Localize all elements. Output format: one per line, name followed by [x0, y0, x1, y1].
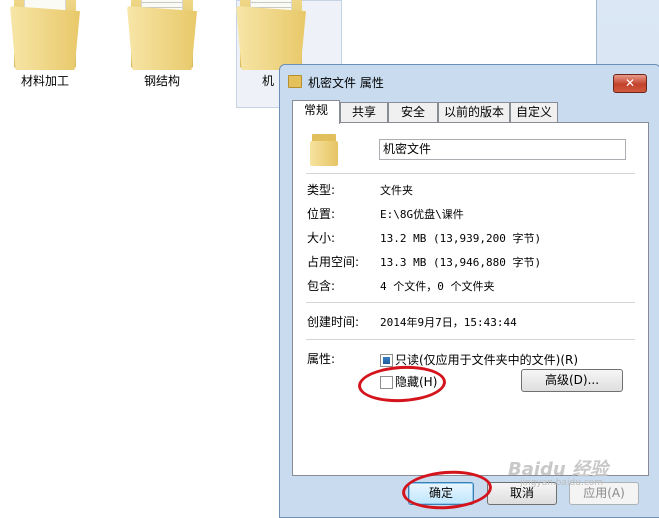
dialog-title: 机密文件 属性 — [308, 76, 384, 90]
general-tab-panel: 类型: 文件夹 位置: E:\8G优盘\课件 大小: 13.2 MB (13,9… — [292, 122, 649, 476]
tab-previous-versions[interactable]: 以前的版本 — [438, 102, 510, 123]
close-button[interactable]: ✕ — [613, 74, 647, 93]
folder-icon — [236, 0, 306, 70]
properties-dialog: 机密文件 属性 ✕ 常规 共享 安全 以前的版本 自定义 类型: 文件夹 位置:… — [279, 64, 659, 518]
folder-item-materials[interactable]: 材料加工 — [0, 0, 90, 89]
readonly-label: 只读(仅应用于文件夹中的文件)(R) — [395, 353, 579, 367]
folder-icon — [310, 134, 340, 166]
folder-icon — [10, 0, 80, 70]
watermark-url: jingyan.baidu.com — [520, 478, 604, 488]
folder-icon — [127, 0, 197, 70]
created-label: 创建时间: — [307, 315, 360, 329]
type-value: 文件夹 — [380, 184, 413, 197]
tab-customize[interactable]: 自定义 — [510, 102, 558, 123]
readonly-checkbox[interactable] — [380, 354, 393, 367]
tab-strip: 常规 共享 安全 以前的版本 自定义 — [292, 100, 652, 124]
location-value: E:\8G优盘\课件 — [380, 208, 464, 221]
size-on-disk-label: 占用空间: — [307, 255, 360, 269]
folder-item-steel[interactable]: 钢结构 — [117, 0, 207, 89]
attributes-label: 属性: — [307, 352, 336, 366]
folder-label: 钢结构 — [143, 74, 180, 88]
advanced-button[interactable]: 高级(D)... — [521, 369, 623, 392]
folder-name-input[interactable] — [379, 139, 626, 160]
size-on-disk-value: 13.3 MB (13,946,880 字节) — [380, 256, 542, 269]
contains-label: 包含: — [307, 279, 336, 293]
folder-icon — [288, 75, 302, 88]
dialog-titlebar[interactable]: 机密文件 属性 ✕ — [280, 65, 659, 97]
type-label: 类型: — [307, 183, 336, 197]
contains-value: 4 个文件，0 个文件夹 — [380, 280, 495, 293]
size-label: 大小: — [307, 231, 336, 245]
divider — [306, 173, 635, 174]
location-label: 位置: — [307, 207, 336, 221]
tab-general[interactable]: 常规 — [292, 100, 340, 124]
divider — [306, 302, 635, 303]
folder-label: 材料加工 — [20, 74, 69, 88]
tab-sharing[interactable]: 共享 — [340, 102, 388, 123]
size-value: 13.2 MB (13,939,200 字节) — [380, 232, 542, 245]
created-value: 2014年9月7日，15:43:44 — [380, 316, 517, 329]
tab-security[interactable]: 安全 — [388, 102, 438, 123]
divider — [306, 339, 635, 340]
